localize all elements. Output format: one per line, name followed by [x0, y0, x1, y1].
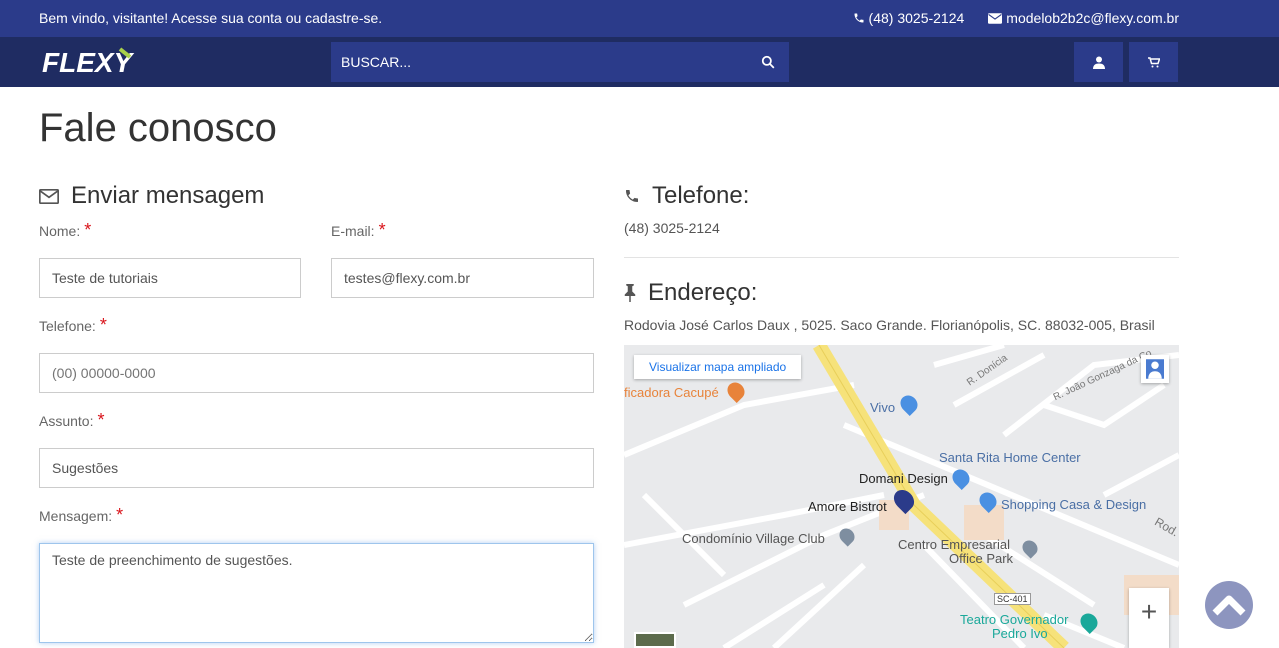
top-phone-text: (48) 3025-2124 [868, 10, 965, 26]
top-email-text: modelob2b2c@flexy.com.br [1006, 10, 1179, 26]
user-icon [1092, 56, 1105, 69]
map-label-teatro-1: Teatro Governador [960, 612, 1069, 627]
top-phone: (48) 3025-2124 [853, 10, 965, 26]
top-bar: Bem vindo, visitante! Acesse sua conta o… [0, 0, 1279, 37]
email-input[interactable] [331, 258, 594, 298]
search-button[interactable] [747, 42, 789, 82]
map-label-teatro-2: Pedro Ivo [992, 626, 1048, 641]
search-icon [761, 55, 775, 69]
contact-phone: (48) 3025-2124 [624, 220, 720, 236]
scroll-to-top-button[interactable] [1205, 581, 1253, 629]
name-input[interactable] [39, 258, 301, 298]
phone-heading-text: Telefone: [652, 182, 750, 209]
zoom-in-button[interactable]: + [1129, 588, 1169, 648]
phone-icon [626, 190, 638, 202]
map-label-shopping: Shopping Casa & Design [1001, 497, 1147, 512]
street-view-pegman[interactable] [1141, 355, 1169, 383]
search-input[interactable] [331, 42, 747, 82]
form-heading: Enviar mensagem [39, 182, 264, 210]
pushpin-icon [624, 284, 636, 302]
subject-input[interactable] [39, 448, 594, 488]
map-label-amore: Amore Bistrot [808, 499, 887, 514]
form-heading-text: Enviar mensagem [71, 182, 265, 209]
contact-address: Rodovia José Carlos Daux , 5025. Saco Gr… [624, 317, 1155, 333]
phone-input[interactable] [39, 353, 594, 393]
account-button[interactable] [1074, 42, 1123, 82]
required-mark: * [116, 505, 124, 525]
chevron-up-icon [1212, 595, 1246, 616]
message-label: Mensagem: * [39, 505, 124, 525]
search-bar [331, 42, 789, 82]
top-contacts: (48) 3025-2124 modelob2b2c@flexy.com.br [853, 10, 1179, 26]
envelope-outline-icon [39, 188, 59, 204]
page-title: Fale conosco [39, 106, 277, 150]
email-label: E-mail: * [331, 220, 386, 240]
person-icon [1146, 359, 1164, 379]
map-label-vivo: Vivo [870, 400, 896, 415]
top-email[interactable]: modelob2b2c@flexy.com.br [988, 10, 1179, 26]
contact-divider [624, 257, 1179, 258]
name-label: Nome: * [39, 220, 92, 240]
map-label-sc401: SC-401 [994, 593, 1031, 605]
subject-label: Assunto: * [39, 410, 105, 430]
required-mark: * [97, 410, 105, 430]
phone-label: Telefone: * [39, 315, 107, 335]
satellite-toggle[interactable] [634, 632, 676, 648]
message-textarea[interactable]: Teste de preenchimento de sugestões. [39, 543, 594, 643]
required-mark: * [378, 220, 386, 240]
cart-icon [1147, 56, 1160, 67]
welcome-message[interactable]: Bem vindo, visitante! Acesse sua conta o… [39, 10, 382, 26]
view-larger-map-link[interactable]: Visualizar mapa ampliado [634, 355, 802, 379]
envelope-icon [988, 12, 1003, 24]
required-mark: * [99, 315, 107, 335]
cart-button[interactable] [1129, 42, 1178, 82]
map-label-centro-2: Office Park [949, 551, 1014, 566]
map-label-domani: Domani Design [859, 471, 948, 486]
google-map[interactable]: Visualizar mapa ampliado ficadora Cacupé… [624, 345, 1179, 648]
required-mark: * [84, 220, 92, 240]
flexy-logo[interactable]: FLEXY [42, 45, 172, 79]
address-heading: Endereço: [624, 279, 757, 307]
map-label-condominio: Condomínio Village Club [682, 531, 825, 546]
address-heading-text: Endereço: [648, 279, 758, 306]
map-label-cacupe: ficadora Cacupé [624, 385, 719, 400]
phone-icon [854, 13, 864, 23]
main-navbar: FLEXY [0, 37, 1279, 87]
map-label-santa-rita: Santa Rita Home Center [939, 450, 1081, 465]
phone-heading: Telefone: [624, 182, 749, 210]
map-label-centro-1: Centro Empresarial [898, 537, 1010, 552]
